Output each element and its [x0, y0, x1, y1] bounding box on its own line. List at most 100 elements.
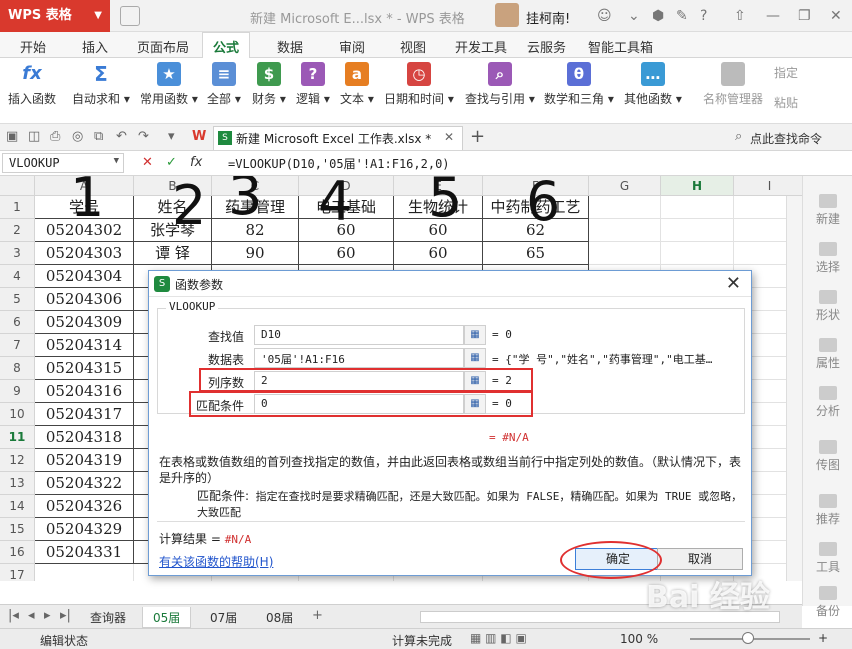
- wps-logo-icon[interactable]: W: [192, 129, 206, 144]
- lookup-value-input[interactable]: D10: [254, 325, 464, 345]
- prev-sheet-icon[interactable]: ◂: [28, 608, 35, 623]
- cancel-formula-icon[interactable]: ✕: [142, 155, 153, 170]
- table-cell[interactable]: 05204326: [35, 495, 134, 518]
- side-properties[interactable]: 属性: [803, 338, 852, 371]
- redo-icon[interactable]: ↷: [138, 129, 149, 144]
- name-box[interactable]: VLOOKUP ▼: [2, 153, 124, 173]
- specify-button[interactable]: 指定: [774, 64, 798, 81]
- menu-page-layout[interactable]: 页面布局: [137, 37, 189, 56]
- table-cell[interactable]: 05204314: [35, 334, 134, 357]
- paste-button[interactable]: 粘贴: [774, 94, 798, 111]
- minimize-icon[interactable]: —: [766, 8, 780, 24]
- row-header[interactable]: 6: [0, 311, 35, 334]
- range-select-icon[interactable]: ▦: [464, 348, 486, 368]
- upload-icon[interactable]: ⇧: [734, 8, 746, 24]
- empty-cell[interactable]: [589, 242, 661, 265]
- close-icon[interactable]: ✕: [726, 273, 741, 294]
- table-cell[interactable]: 05204322: [35, 472, 134, 495]
- zoom-slider-handle[interactable]: [742, 632, 754, 644]
- row-header[interactable]: 15: [0, 518, 35, 541]
- empty-cell[interactable]: [661, 196, 734, 219]
- row-header[interactable]: 9: [0, 380, 35, 403]
- menu-view[interactable]: 视图: [400, 37, 426, 56]
- empty-cell[interactable]: [589, 219, 661, 242]
- undo-icon[interactable]: ↶: [116, 129, 127, 144]
- table-cell[interactable]: 05204329: [35, 518, 134, 541]
- copy-icon[interactable]: ⧉: [94, 129, 103, 144]
- help-icon[interactable]: ?: [700, 8, 707, 24]
- shield-icon[interactable]: ⬢: [652, 8, 664, 24]
- row-header[interactable]: 8: [0, 357, 35, 380]
- table-cell[interactable]: 60: [394, 242, 483, 265]
- table-array-input[interactable]: '05届'!A1:F16: [254, 348, 464, 368]
- menu-home[interactable]: 开始: [20, 37, 46, 56]
- side-backup[interactable]: 备份: [803, 586, 852, 619]
- math-button[interactable]: θ 数学和三角 ▾: [544, 62, 614, 107]
- lookup-button[interactable]: ⌕ 查找与引用 ▾: [465, 62, 535, 107]
- chevron-down-icon[interactable]: ▾: [168, 129, 175, 144]
- cancel-button[interactable]: 取消: [657, 548, 743, 570]
- menu-developer[interactable]: 开发工具: [455, 37, 507, 56]
- preview-icon[interactable]: ◎: [72, 129, 83, 144]
- row-header[interactable]: 12: [0, 449, 35, 472]
- avatar[interactable]: [495, 3, 519, 27]
- table-cell[interactable]: 05204316: [35, 380, 134, 403]
- row-header[interactable]: 13: [0, 472, 35, 495]
- sheet-tab[interactable]: 07届: [200, 607, 247, 628]
- side-tools[interactable]: 工具: [803, 542, 852, 575]
- table-cell[interactable]: 90: [212, 242, 299, 265]
- table-cell[interactable]: 05204318: [35, 426, 134, 449]
- select-all-corner[interactable]: [0, 176, 35, 196]
- formula-input[interactable]: =VLOOKUP(D10,'05届'!A1:F16,2,0): [228, 155, 450, 172]
- empty-cell[interactable]: [589, 196, 661, 219]
- column-header[interactable]: H: [661, 176, 734, 196]
- table-cell[interactable]: 谭 铎: [134, 242, 212, 265]
- help-link[interactable]: 有关该函数的帮助(H): [159, 553, 273, 570]
- sheet-tab[interactable]: 查询器: [80, 607, 136, 628]
- menu-cloud[interactable]: 云服务: [527, 37, 566, 56]
- table-cell[interactable]: 05204303: [35, 242, 134, 265]
- row-header[interactable]: 5: [0, 288, 35, 311]
- row-header[interactable]: 1: [0, 196, 35, 219]
- add-sheet-icon[interactable]: +: [312, 608, 323, 623]
- first-sheet-icon[interactable]: |◂: [8, 608, 19, 623]
- empty-cell[interactable]: [661, 242, 734, 265]
- text-button[interactable]: a 文本 ▾: [340, 62, 374, 107]
- vertical-scrollbar[interactable]: [786, 196, 802, 581]
- row-header[interactable]: 2: [0, 219, 35, 242]
- finance-button[interactable]: $ 财务 ▾: [252, 62, 286, 107]
- folder-icon[interactable]: ▣: [6, 129, 18, 144]
- other-functions-button[interactable]: … 其他函数 ▾: [624, 62, 682, 107]
- command-search[interactable]: 点此查找命令: [750, 130, 822, 147]
- fx-icon[interactable]: fx: [190, 155, 202, 170]
- menu-toolbox[interactable]: 智能工具箱: [588, 37, 653, 56]
- pen-icon[interactable]: ✎: [676, 8, 688, 24]
- view-icon[interactable]: ▦ ▥ ◧ ▣: [470, 631, 527, 645]
- table-cell[interactable]: 05204319: [35, 449, 134, 472]
- common-functions-button[interactable]: ★ 常用函数 ▾: [140, 62, 198, 107]
- table-cell[interactable]: 05204315: [35, 357, 134, 380]
- app-menu-button[interactable]: WPS 表格 ▼: [0, 0, 110, 32]
- table-cell[interactable]: [35, 564, 134, 581]
- side-analysis[interactable]: 分析: [803, 386, 852, 419]
- row-header[interactable]: 4: [0, 265, 35, 288]
- table-cell[interactable]: 65: [483, 242, 589, 265]
- row-header[interactable]: 10: [0, 403, 35, 426]
- document-icon[interactable]: [120, 6, 140, 26]
- datetime-button[interactable]: ◷ 日期和时间 ▾: [384, 62, 454, 107]
- empty-cell[interactable]: [661, 219, 734, 242]
- logic-button[interactable]: ? 逻辑 ▾: [296, 62, 330, 107]
- column-header[interactable]: G: [589, 176, 661, 196]
- table-cell[interactable]: 05204309: [35, 311, 134, 334]
- sheet-tab-active[interactable]: 05届: [142, 607, 192, 628]
- row-header[interactable]: 7: [0, 334, 35, 357]
- column-header[interactable]: I: [734, 176, 802, 196]
- print-icon[interactable]: ⎙: [50, 129, 60, 144]
- autosum-button[interactable]: Σ 自动求和 ▾: [72, 62, 130, 107]
- table-cell[interactable]: 05204331: [35, 541, 134, 564]
- restore-icon[interactable]: ❐: [798, 8, 811, 24]
- menu-formula[interactable]: 公式: [202, 32, 251, 59]
- user-name[interactable]: 挂柯南!: [526, 8, 570, 27]
- all-functions-button[interactable]: ≡ 全部 ▾: [207, 62, 241, 107]
- row-header[interactable]: 14: [0, 495, 35, 518]
